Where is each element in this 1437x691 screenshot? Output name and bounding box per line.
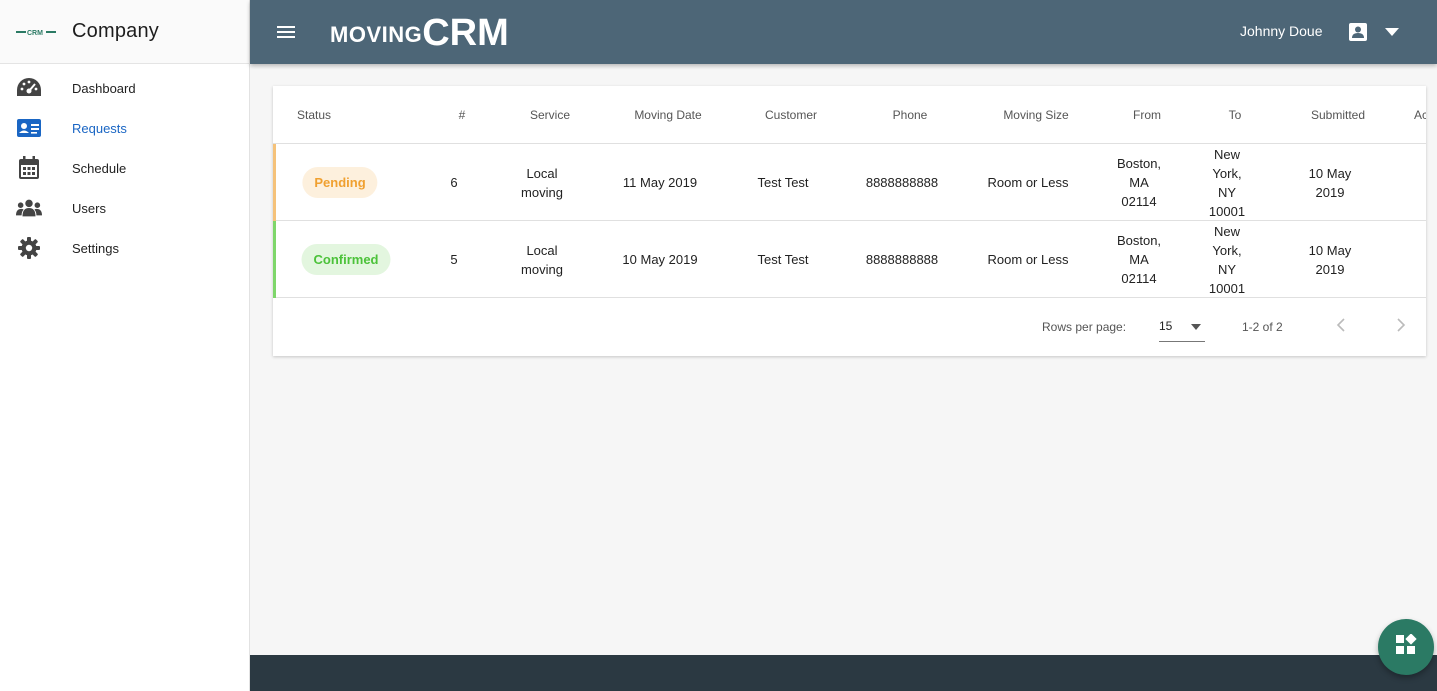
status-cell: Confirmed [301,221,391,298]
users-icon [16,195,42,221]
rows-per-page-value: 15 [1159,319,1173,333]
column-header-phone[interactable]: Phone [893,108,928,122]
moving-size-cell: Room or Less [987,175,1069,190]
customer-cell: Test Test [757,175,809,190]
id-cell: 5 [450,252,458,267]
sidebar-item-settings[interactable]: Settings [0,228,249,268]
chevron-down-icon[interactable] [1382,22,1402,42]
company-name: Company [72,20,159,42]
to-cell: New York, NY 10001 [1208,146,1246,219]
sidebar-item-dashboard[interactable]: Dashboard [0,68,249,108]
sidebar-item-schedule[interactable]: Schedule [0,148,249,188]
user-name: Johnny Doue [1240,23,1323,39]
logo-crm-text: CRM [422,12,509,54]
from-cell: Boston, MA 02114 [1116,156,1162,209]
phone-cell: 8888888888 [865,175,939,190]
sidebar-item-requests[interactable]: Requests [0,108,249,148]
sidebar-item-users[interactable]: Users [0,188,249,228]
requests-table: Status # Service Moving Date Customer Ph… [273,86,1426,356]
status-badge: Pending [302,167,378,198]
status-badge: Confirmed [301,244,391,275]
account-box-icon[interactable] [1346,20,1370,44]
service-cell: Local moving [521,165,563,200]
sidebar-item-label: Dashboard [72,80,136,96]
hamburger-menu-icon[interactable] [274,20,298,44]
widgets-icon [1395,632,1417,661]
sidebar: CRM Company Dashboard Requests Schedule [0,0,250,691]
column-header-service[interactable]: Service [530,108,570,122]
from-cell: Boston, MA 02114 [1116,233,1162,286]
chevron-right-icon [1397,318,1406,332]
top-app-bar: MOVING CRM Johnny Doue [250,0,1437,64]
status-stripe [273,144,276,221]
table-row[interactable]: Pending 6 Local moving 11 May 2019 Test … [273,144,1426,221]
rows-per-page-label: Rows per page: [1042,320,1127,334]
table-header: Status # Service Moving Date Customer Ph… [273,86,1426,144]
brand-header: CRM Company [0,0,249,64]
moving-date-cell: 10 May 2019 [622,252,698,267]
calendar-icon [16,155,42,181]
pagination-range: 1-2 of 2 [1242,320,1283,334]
column-header-number[interactable]: # [459,108,466,122]
sidebar-nav: Dashboard Requests Schedule Users Settin… [0,64,249,268]
column-header-customer[interactable]: Customer [765,108,817,122]
phone-cell: 8888888888 [865,252,939,267]
column-header-actions[interactable]: Ac [1414,108,1426,122]
status-cell: Pending [302,144,378,221]
next-page-button[interactable] [1390,315,1410,335]
column-header-moving-date[interactable]: Moving Date [634,108,701,122]
sidebar-item-label: Requests [72,120,127,136]
column-header-moving-size[interactable]: Moving Size [1003,108,1068,122]
moving-date-cell: 11 May 2019 [622,175,698,190]
app-logo[interactable]: MOVING CRM [330,8,509,52]
widgets-fab-button[interactable] [1378,619,1434,675]
speedometer-icon [16,75,42,101]
column-header-to[interactable]: To [1229,108,1242,122]
column-header-from[interactable]: From [1133,108,1161,122]
chevron-left-icon [1336,318,1345,332]
id-card-icon [16,115,42,141]
sidebar-item-label: Users [72,200,106,216]
table-row[interactable]: Confirmed 5 Local moving 10 May 2019 Tes… [273,221,1426,298]
status-stripe [273,221,276,298]
rows-per-page-select[interactable]: 15 [1159,312,1205,342]
moving-size-cell: Room or Less [987,252,1069,267]
bottom-bar [250,655,1437,691]
chevron-down-icon [1189,320,1203,334]
to-cell: New York, NY 10001 [1208,223,1246,296]
column-header-submitted[interactable]: Submitted [1311,108,1365,122]
submitted-cell: 10 May 2019 [1308,165,1352,200]
previous-page-button[interactable] [1332,315,1352,335]
submitted-cell: 10 May 2019 [1308,242,1352,277]
customer-cell: Test Test [757,252,809,267]
sidebar-item-label: Settings [72,240,119,256]
id-cell: 6 [450,175,458,190]
brand-logo: CRM [16,26,56,38]
gear-icon [16,235,42,261]
svg-text:CRM: CRM [27,30,43,37]
column-header-status[interactable]: Status [297,108,331,122]
logo-moving-text: MOVING [330,22,423,47]
service-cell: Local moving [521,242,563,277]
sidebar-item-label: Schedule [72,160,127,176]
